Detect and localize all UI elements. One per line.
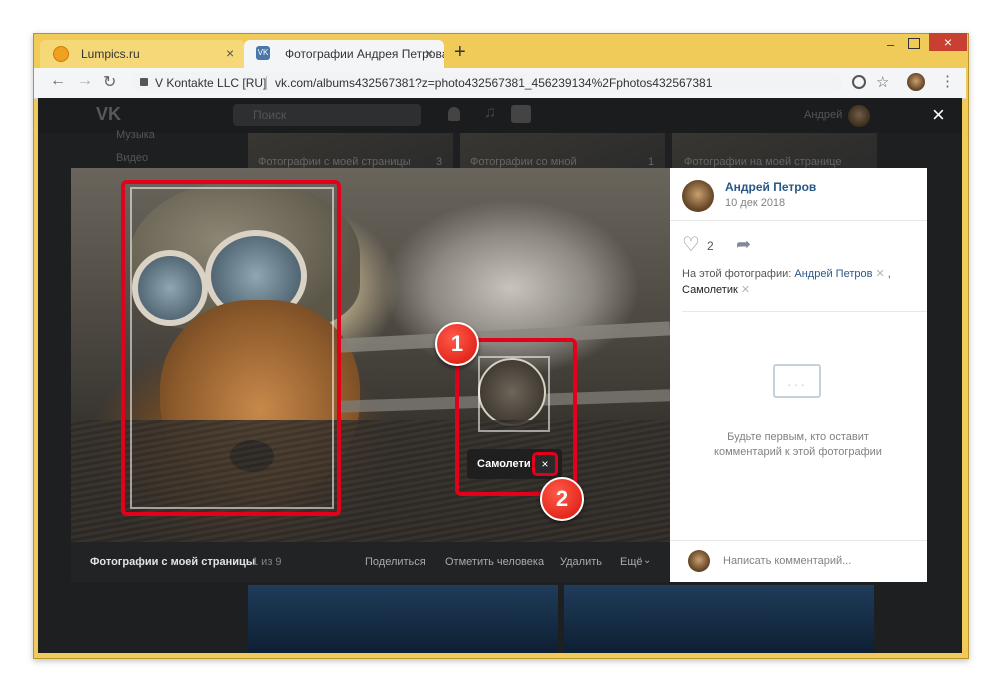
bg-photo-tile[interactable] [564, 585, 874, 653]
author-name[interactable]: Андрей Петров [725, 180, 816, 194]
album-name-link[interactable]: Фотографии с моей страницы [90, 556, 255, 568]
step-badge-2: 2 [540, 477, 584, 521]
music-icon[interactable]: ♫ [484, 104, 496, 122]
tag-label-text: Самолети [477, 458, 531, 470]
site-security-label[interactable]: V Kontakte LLC [RU] [155, 76, 266, 90]
comments-icon-dots: ··· [787, 376, 807, 392]
like-heart-icon[interactable]: ♡ [682, 232, 700, 257]
bookmark-star-icon[interactable]: ☆ [876, 73, 889, 91]
step-badge-1: 1 [435, 322, 479, 366]
url-text[interactable]: vk.com/albums432567381?z=photo432567381_… [275, 76, 712, 90]
divider [670, 220, 927, 221]
photo-footer: Фотографии с моей страницы 1 из 9 Подели… [71, 542, 670, 582]
profile-avatar[interactable] [907, 73, 925, 91]
share-action[interactable]: Поделиться [365, 556, 426, 568]
commenter-avatar [688, 550, 710, 572]
bg-photo-tile[interactable] [248, 585, 558, 653]
notifications-icon[interactable] [448, 107, 460, 121]
bg-album-title: Фотографии со мной [470, 156, 577, 168]
photo-date: 10 дек 2018 [725, 197, 786, 209]
extension-icon[interactable] [852, 75, 866, 89]
remove-tag-button[interactable]: × [532, 452, 558, 476]
close-tab-icon[interactable]: × [425, 45, 433, 61]
author-avatar[interactable] [682, 180, 714, 212]
bg-album-title: Фотографии с моей страницы [258, 156, 411, 168]
close-tab-icon[interactable]: × [226, 45, 234, 61]
minimize-button[interactable]: – [887, 37, 894, 52]
vk-favicon-icon: VK [256, 46, 270, 60]
on-photo-label: На этой фотографии: [682, 268, 792, 280]
vk-user-name[interactable]: Андрей [804, 109, 842, 121]
address-divider [266, 76, 267, 90]
vk-header: VK Поиск ♫ Андрей [38, 98, 962, 133]
tab-title: Фотографии Андрея Петрова – [285, 47, 444, 61]
forward-icon[interactable]: → [77, 72, 93, 90]
window-close-button[interactable]: × [929, 33, 967, 51]
more-action[interactable]: Ещё [620, 556, 643, 568]
empty-comments-text: Будьте первым, кто оставит комментарий к… [714, 431, 882, 458]
play-icon[interactable] [511, 105, 531, 123]
share-arrow-icon[interactable]: ➦ [736, 234, 751, 255]
vk-user-avatar[interactable] [848, 105, 870, 127]
tab-vk-photos[interactable]: VK Фотографии Андрея Петрова – × [244, 40, 444, 68]
bg-album-title: Фотографии на моей странице [684, 156, 842, 168]
left-menu-music[interactable]: Музыка [116, 129, 155, 141]
divider [682, 311, 927, 312]
maximize-button[interactable] [908, 38, 920, 49]
vk-logo-icon[interactable]: VK [96, 104, 121, 125]
remove-person-tag-icon[interactable]: ✕ [876, 268, 885, 280]
back-icon[interactable]: ← [50, 72, 66, 90]
delete-action[interactable]: Удалить [560, 556, 602, 568]
tagged-object: Самолетик [682, 284, 738, 296]
tagged-list: На этой фотографии: Андрей Петров ✕ , Са… [682, 268, 891, 296]
vk-search-input[interactable]: Поиск [233, 104, 421, 126]
remove-object-tag-icon[interactable]: ✕ [741, 284, 750, 296]
viewer-close-button[interactable]: × [932, 102, 945, 128]
tab-lumpics[interactable]: Lumpics.ru × [40, 40, 245, 68]
tab-title: Lumpics.ru [81, 47, 140, 61]
tag-person-action[interactable]: Отметить человека [445, 556, 544, 568]
photo-sidebar: Андрей Петров 10 дек 2018 ♡ 2 ➦ На этой … [670, 168, 927, 582]
new-tab-button[interactable]: + [454, 41, 466, 64]
menu-kebab-icon[interactable]: ⋮ [940, 72, 955, 90]
highlight-person-tag [121, 180, 341, 516]
like-count: 2 [707, 239, 714, 253]
chevron-down-icon: ⌄ [643, 555, 652, 566]
lock-icon [140, 78, 148, 86]
search-placeholder: Поиск [253, 108, 287, 122]
photo-counter: 1 из 9 [252, 556, 282, 568]
reload-icon[interactable]: ↻ [103, 72, 116, 92]
bg-album-count: 3 [436, 156, 443, 168]
lumpics-favicon-icon [53, 46, 69, 62]
left-menu-video[interactable]: Видео [116, 152, 148, 164]
bg-album-count: 1 [648, 156, 655, 168]
comment-input[interactable]: Написать комментарий... [723, 555, 851, 567]
divider [670, 540, 927, 541]
tagged-person-link[interactable]: Андрей Петров [794, 268, 872, 280]
